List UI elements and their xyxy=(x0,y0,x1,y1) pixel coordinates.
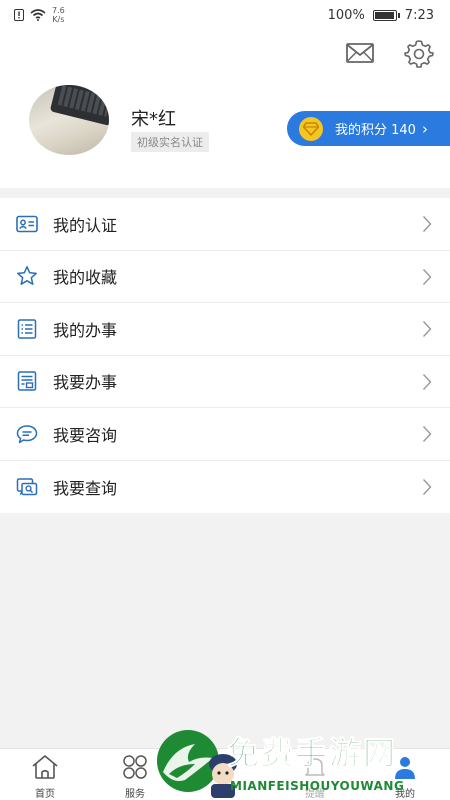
points-label: 我的积分 140 xyxy=(335,123,416,138)
network-speed: 7.6 K/s xyxy=(52,6,65,24)
notification-icon xyxy=(14,9,24,21)
envelope-icon[interactable] xyxy=(345,38,375,68)
watermark-title: 免费手游网 xyxy=(226,734,398,773)
id-card-icon xyxy=(16,215,38,233)
tab-label: 服务 xyxy=(125,789,145,800)
menu-list: 我的认证 我的收藏 我的办事 我要办事 我要咨询 我要查询 xyxy=(0,198,450,513)
avatar-photo-keyboard xyxy=(49,85,109,126)
menu-label: 我的办事 xyxy=(53,320,118,340)
battery-icon xyxy=(372,10,400,21)
gear-icon[interactable] xyxy=(404,38,434,68)
status-bar: 7.6 K/s 100% 7:23 xyxy=(0,0,450,32)
watermark-subtitle: MIANFEISHOUYOUWANG xyxy=(230,779,405,793)
menu-label: 我的认证 xyxy=(53,215,118,235)
chevron-right-icon xyxy=(422,216,432,232)
grid-icon xyxy=(123,755,147,779)
chevron-right-icon xyxy=(422,373,432,390)
chat-icon xyxy=(16,425,38,443)
certification-badge: 初级实名认证 xyxy=(131,132,209,152)
wifi-icon xyxy=(30,9,46,21)
status-left: 7.6 K/s xyxy=(14,6,65,24)
profile-header: 宋*红 初级实名认证 我的积分 140 › xyxy=(0,32,450,188)
home-icon xyxy=(32,755,58,779)
status-right: 100% 7:23 xyxy=(328,8,434,23)
battery-fill xyxy=(374,12,394,19)
menu-item-consult[interactable]: 我要咨询 xyxy=(0,408,450,461)
menu-item-my-affairs[interactable]: 我的办事 xyxy=(0,303,450,356)
menu-label: 我的收藏 xyxy=(53,268,118,288)
menu-item-query[interactable]: 我要查询 xyxy=(0,461,450,514)
list-icon xyxy=(17,319,37,339)
coin-icon xyxy=(299,116,323,141)
network-speed-unit: K/s xyxy=(52,15,65,24)
tab-home[interactable]: 首页 xyxy=(0,749,90,800)
battery-percent: 100% xyxy=(327,8,365,23)
points-button[interactable]: 我的积分 140 › xyxy=(287,111,450,146)
network-speed-value: 7.6 xyxy=(52,6,65,15)
avatar[interactable] xyxy=(29,85,109,155)
menu-label: 我要办事 xyxy=(53,373,118,393)
menu-item-my-favorites[interactable]: 我的收藏 xyxy=(0,251,450,303)
clock: 7:23 xyxy=(404,8,434,23)
menu-item-my-certification[interactable]: 我的认证 xyxy=(0,198,450,251)
chevron-right-icon: › xyxy=(421,119,428,138)
chevron-right-icon xyxy=(422,321,432,337)
menu-label: 我要查询 xyxy=(53,478,118,498)
chevron-right-icon xyxy=(422,268,432,285)
tab-label: 首页 xyxy=(35,789,55,800)
menu-item-handle-affairs[interactable]: 我要办事 xyxy=(0,356,450,408)
chevron-right-icon xyxy=(422,478,432,495)
chevron-right-icon xyxy=(422,426,432,442)
user-name: 宋*红 xyxy=(131,109,176,130)
star-icon xyxy=(17,266,37,286)
form-icon xyxy=(17,371,37,391)
query-icon xyxy=(16,478,38,495)
menu-label: 我要咨询 xyxy=(53,425,118,445)
